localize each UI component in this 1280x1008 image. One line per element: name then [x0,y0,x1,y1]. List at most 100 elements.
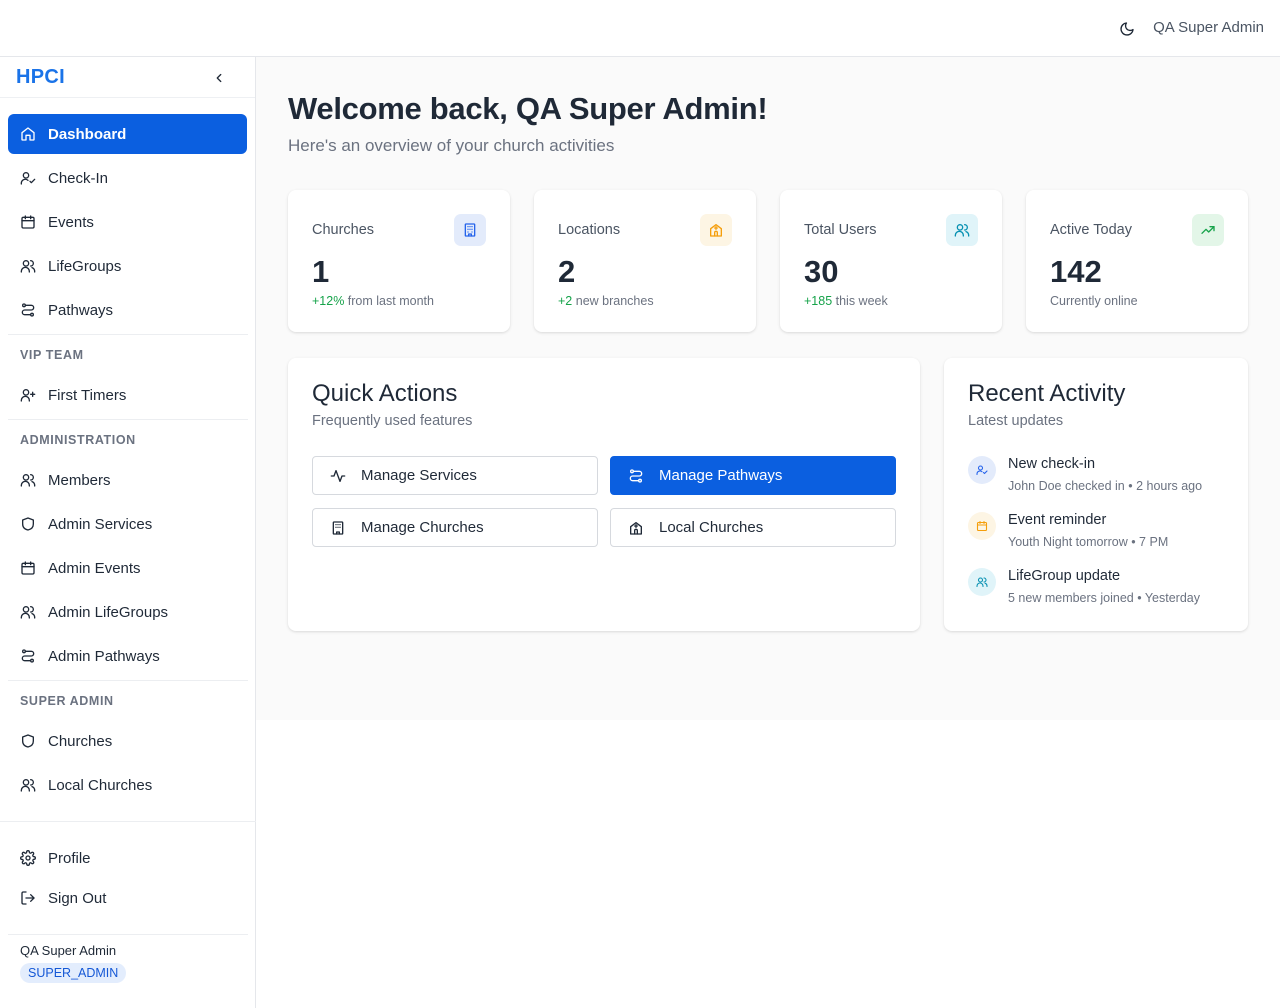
section-divider [8,334,248,335]
stat-label: Active Today [1050,222,1132,238]
sidebar-item-label: Profile [48,849,91,867]
stat-value: 142 [1050,254,1102,289]
user-plus-icon [20,387,36,403]
sidebar-item-events[interactable]: Events [8,202,247,242]
sidebar-item-admin-services[interactable]: Admin Services [8,504,247,544]
shield-icon [20,516,36,532]
section-label-administration: ADMINISTRATION [20,433,136,447]
manage-churches-button[interactable]: Manage Churches [312,508,598,547]
stat-foot-text: this week [832,294,888,308]
section-label-vip-team: VIP TEAM [20,348,84,362]
sidebar-item-pathways[interactable]: Pathways [8,290,247,330]
users-icon [968,568,996,596]
button-label: Manage Pathways [659,467,783,484]
calendar-icon [20,560,36,576]
sidebar-item-label: Check-In [48,169,109,187]
top-bar: QA Super Admin [0,0,1280,57]
sidebar-item-admin-pathways[interactable]: Admin Pathways [8,636,247,676]
building-icon [454,214,486,246]
stat-card-active-today: Active Today 142 Currently online [1026,190,1248,332]
user-check-icon [20,170,36,186]
sidebar-item-label: Admin LifeGroups [48,603,169,621]
sidebar-item-admin-events[interactable]: Admin Events [8,548,247,588]
stat-delta: +2 [558,294,573,308]
sidebar-item-label: LifeGroups [48,257,122,275]
recent-activity-title: Recent Activity [968,380,1126,407]
sidebar-item-dashboard[interactable]: Dashboard [8,114,247,154]
user-check-icon [968,456,996,484]
quick-actions-subtitle: Frequently used features [312,413,473,429]
stat-foot-text: Currently online [1050,294,1138,308]
manage-services-button[interactable]: Manage Services [312,456,598,495]
manage-pathways-button[interactable]: Manage Pathways [610,456,896,495]
sidebar-item-label: Admin Pathways [48,647,160,665]
stat-label: Locations [558,222,621,238]
section-label-super-admin: SUPER ADMIN [20,694,114,708]
trending-up-icon [1192,214,1224,246]
activity-desc: 5 new members joined • Yesterday [1008,591,1200,605]
stat-card-churches: Churches 1 +12% from last month [288,190,510,332]
sidebar-user-name: QA Super Admin [20,943,117,958]
shield-icon [20,733,36,749]
stat-delta: +185 [804,294,833,308]
stat-value: 2 [558,254,576,289]
sidebar-item-label: Events [48,213,94,231]
header-user-name[interactable]: QA Super Admin [1153,19,1264,36]
home-icon [20,126,36,142]
page-subtitle: Here's an overview of your church activi… [288,136,615,155]
stat-foot: Currently online [1050,294,1138,308]
users-icon [20,258,36,274]
sidebar-item-members[interactable]: Members [8,460,247,500]
activity-title: LifeGroup update [1008,568,1121,584]
activity-title: Event reminder [1008,512,1107,528]
page-title: Welcome back, QA Super Admin! [288,91,768,126]
sidebar-item-label: Dashboard [48,125,127,143]
stat-value: 30 [804,254,839,289]
chevron-left-icon [212,71,226,85]
button-label: Local Churches [659,519,764,536]
stat-label: Total Users [804,222,877,238]
recent-activity-subtitle: Latest updates [968,413,1064,429]
sidebar-item-local-churches[interactable]: Local Churches [8,765,247,805]
section-divider [8,419,248,420]
sidebar-item-sign-out[interactable]: Sign Out [8,878,247,918]
sidebar-item-label: Sign Out [48,889,107,907]
activity-title: New check-in [1008,456,1096,472]
main-content: Welcome back, QA Super Admin! Here's an … [256,57,1280,720]
collapse-sidebar-button[interactable] [210,69,228,87]
sidebar-item-label: Admin Events [48,559,141,577]
activity-item: New check-in John Doe checked in • 2 hou… [968,456,1228,498]
recent-activity-panel: Recent Activity Latest updates New check… [944,358,1248,631]
sidebar-item-check-in[interactable]: Check-In [8,158,247,198]
activity-icon [329,467,347,485]
calendar-icon [968,512,996,540]
theme-toggle-button[interactable] [1116,18,1138,40]
sidebar-item-label: Members [48,471,111,489]
moon-icon [1119,21,1135,37]
gear-icon [20,850,36,866]
sidebar-item-first-timers[interactable]: First Timers [8,375,247,415]
stat-foot: +12% from last month [312,294,434,308]
brand-logo[interactable]: HPCI [16,66,65,89]
activity-item: Event reminder Youth Night tomorrow • 7 … [968,512,1228,554]
activity-desc: Youth Night tomorrow • 7 PM [1008,535,1169,549]
stat-foot-text: from last month [344,294,434,308]
sidebar-item-churches[interactable]: Churches [8,721,247,761]
sidebar-item-lifegroups[interactable]: LifeGroups [8,246,247,286]
building-icon [329,519,347,537]
role-badge: SUPER_ADMIN [20,963,127,983]
logout-icon [20,890,36,906]
users-icon [20,604,36,620]
sidebar-item-label: Churches [48,732,113,750]
sidebar-item-label: First Timers [48,386,127,404]
sidebar-user-divider [8,934,248,935]
local-churches-button[interactable]: Local Churches [610,508,896,547]
sidebar-item-label: Pathways [48,301,114,319]
church-icon [627,519,645,537]
route-icon [627,467,645,485]
sidebar-item-admin-lifegroups[interactable]: Admin LifeGroups [8,592,247,632]
stat-foot-text: new branches [572,294,654,308]
users-icon [20,777,36,793]
sidebar-item-profile[interactable]: Profile [8,838,247,878]
stat-label: Churches [312,222,375,238]
